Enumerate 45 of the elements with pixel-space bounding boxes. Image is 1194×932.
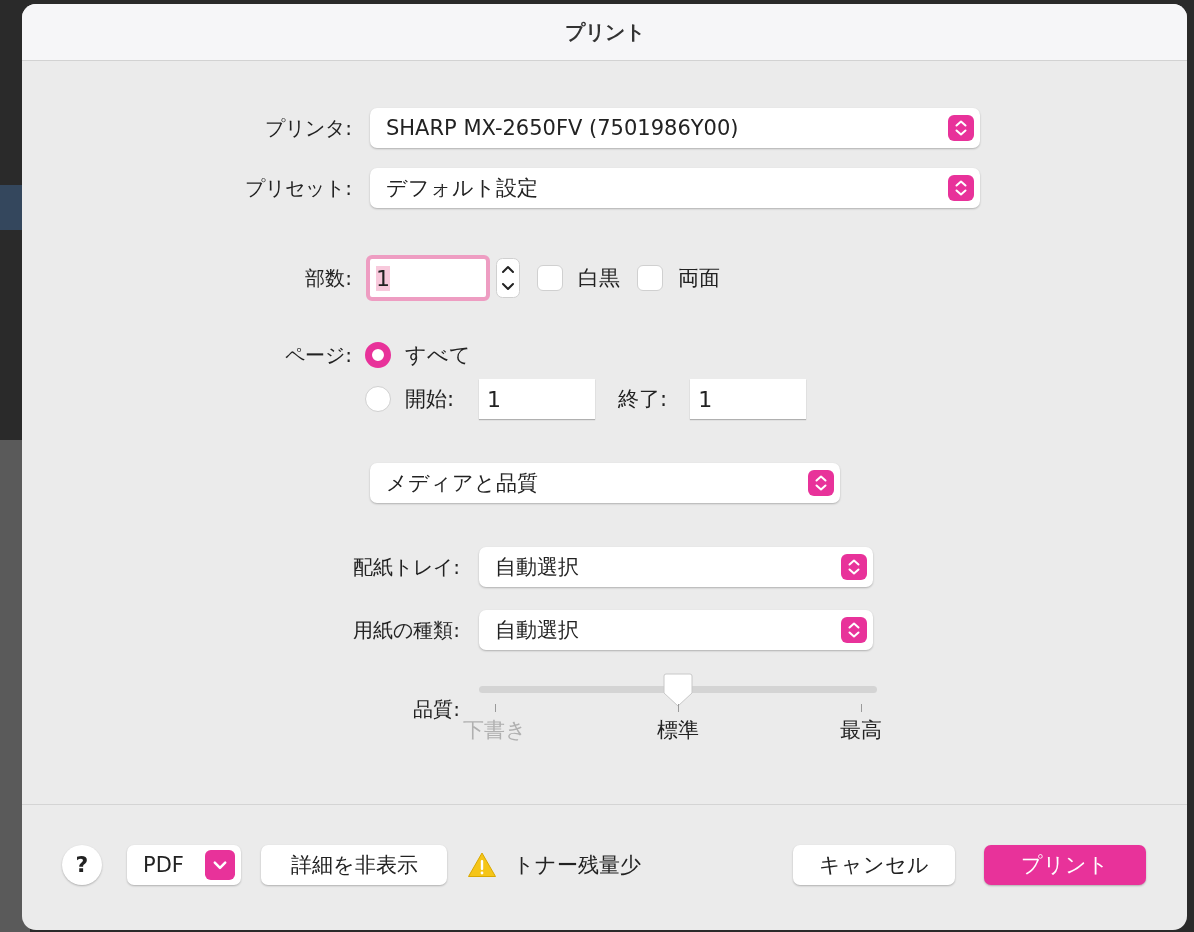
copies-field[interactable]: 1 <box>366 255 490 301</box>
field-label: 用紙の種類: <box>352 616 460 644</box>
print-button[interactable]: プリント <box>984 844 1146 885</box>
tick-label: 標準 <box>657 717 699 744</box>
tick-label: 最高 <box>840 717 882 744</box>
to-page-field[interactable]: 1 <box>690 379 807 419</box>
tick-mark <box>860 704 862 712</box>
up-down-icon <box>841 617 867 643</box>
hide-details-button[interactable]: 詳細を非表示 <box>261 844 447 885</box>
chevron-down-icon <box>205 849 235 880</box>
pdf-button[interactable]: PDF <box>127 844 241 885</box>
up-down-icon <box>948 115 974 141</box>
field-label: 品質: <box>412 696 460 723</box>
window-title: プリント <box>564 18 645 46</box>
slider-thumb[interactable] <box>663 673 693 707</box>
from-page-field[interactable]: 1 <box>479 379 596 419</box>
field-label: ページ: <box>284 341 352 369</box>
radio-label: 開始: <box>405 386 455 413</box>
tick-mark <box>494 704 496 712</box>
up-down-icon <box>948 175 974 201</box>
help-button[interactable]: ? <box>62 844 102 885</box>
checkbox-label: 両面 <box>678 265 720 292</box>
warning-text: トナー残量少 <box>513 851 641 879</box>
media-popup[interactable]: 自動選択 <box>479 610 873 650</box>
media-popup[interactable]: 自動選択 <box>479 547 873 587</box>
checkbox[interactable] <box>537 265 563 291</box>
up-down-icon <box>841 554 867 580</box>
cancel-button[interactable]: キャンセル <box>793 844 955 885</box>
radio-label: すべて <box>405 342 471 369</box>
checkbox-label: 白黒 <box>578 265 620 292</box>
field-label: プリンタ: <box>264 114 352 142</box>
up-down-icon <box>808 470 834 496</box>
printer-popup[interactable]: SHARP MX-2650FV (7501986Y00) <box>370 108 980 148</box>
field-label: 終了: <box>618 386 668 413</box>
field-label: プリセット: <box>244 174 352 202</box>
tick-mark <box>677 704 679 712</box>
checkbox[interactable] <box>637 265 663 291</box>
radio-button[interactable] <box>365 342 391 368</box>
field-label: 部数: <box>304 264 352 292</box>
warning-icon <box>467 850 497 879</box>
tick-label: 下書き <box>463 717 527 744</box>
field-label: 配紙トレイ: <box>352 553 460 581</box>
stepper[interactable] <box>496 258 520 298</box>
panel-popup[interactable]: メディアと品質 <box>370 463 840 503</box>
preset-popup[interactable]: デフォルト設定 <box>370 168 980 208</box>
